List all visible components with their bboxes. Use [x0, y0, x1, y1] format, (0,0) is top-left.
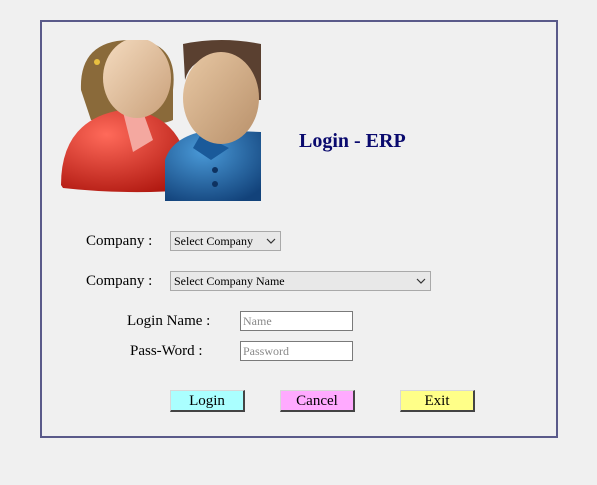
company-name-label: Company :: [86, 273, 153, 289]
login-button[interactable]: Login: [170, 390, 245, 412]
login-name-placeholder: Name: [243, 314, 272, 328]
password-label: Pass-Word :: [130, 343, 203, 359]
company-name-select[interactable]: Select Company Name: [170, 271, 431, 291]
cancel-button[interactable]: Cancel: [280, 390, 355, 412]
company-select[interactable]: Select Company: [170, 231, 281, 251]
password-placeholder: Password: [243, 344, 290, 358]
company-select-value: Select Company: [174, 234, 253, 248]
exit-button[interactable]: Exit: [400, 390, 475, 412]
company-label: Company :: [86, 233, 153, 249]
company-name-select-value: Select Company Name: [174, 274, 285, 288]
chevron-down-icon: [416, 278, 426, 284]
password-input[interactable]: Password: [240, 341, 353, 361]
login-name-input[interactable]: Name: [240, 311, 353, 331]
login-name-label: Login Name :: [127, 313, 211, 329]
page-title: Login - ERP: [299, 130, 406, 152]
users-icon: [61, 40, 261, 201]
chevron-down-icon: [266, 238, 276, 244]
